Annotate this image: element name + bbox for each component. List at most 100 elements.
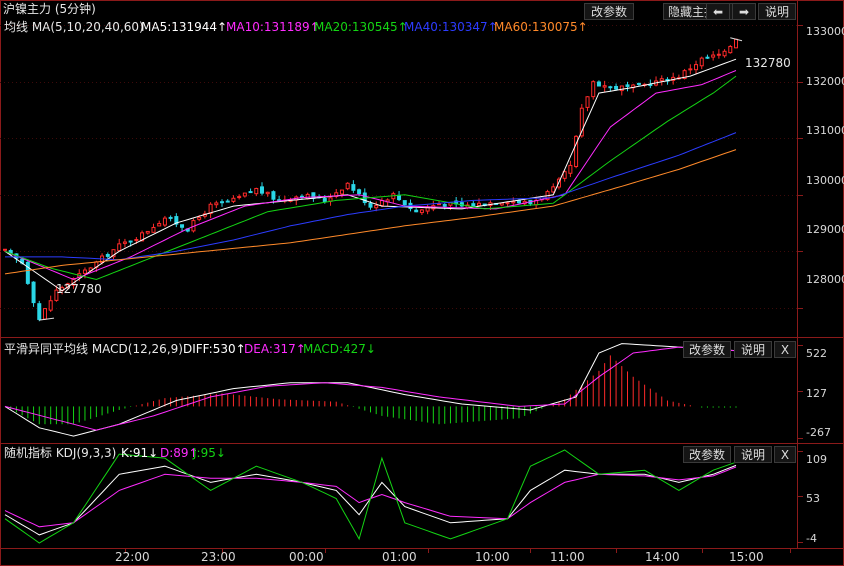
candle-body [608, 86, 613, 89]
candle-body [48, 300, 53, 311]
candle-body [397, 194, 402, 201]
candle-body [197, 216, 202, 220]
candle-body [134, 239, 139, 242]
arrow-right-icon[interactable]: ➡ [732, 3, 756, 20]
candle-body [419, 209, 424, 214]
candle-body [328, 197, 333, 202]
candle-body [242, 192, 247, 197]
macd-params-button[interactable]: 改参数 [683, 341, 731, 358]
candle-body [220, 201, 225, 204]
candle-body [311, 192, 316, 199]
candle-body [585, 96, 590, 108]
kdj-title: 随机指标 KDJ(9,3,3) [4, 446, 117, 460]
candle-body [31, 281, 36, 304]
kdj-close-icon[interactable]: X [774, 446, 796, 463]
ma10-value: MA10:131189↑ [226, 20, 320, 34]
y-tick: -267 [806, 426, 831, 439]
kdj-line-j [4, 449, 737, 544]
candle-body [151, 226, 156, 233]
candle-body [636, 82, 641, 85]
candle-body [442, 204, 447, 207]
chart-svg [0, 0, 844, 566]
candle-body [128, 240, 133, 243]
macd-diff-value: DIFF:530↑ [183, 342, 246, 356]
main-help-button[interactable]: 说明 [758, 3, 796, 20]
y-tick: 132000 [806, 75, 844, 88]
candle-body [471, 203, 476, 207]
candle-body [42, 308, 47, 320]
ma-header: 均线 MA(5,10,20,40,60) [4, 20, 144, 34]
x-tick: 01:00 [382, 550, 417, 564]
ma5-value: MA5:131944↑ [141, 20, 228, 34]
candle-body [259, 186, 264, 194]
candle-body [511, 201, 516, 204]
macd-close-icon[interactable]: X [774, 341, 796, 358]
kdj-k-value: K:91↓ [121, 446, 159, 460]
x-tick: 22:00 [115, 550, 150, 564]
y-tick: 133000 [806, 25, 844, 38]
macd-histogram-value: MACD:427↓ [303, 342, 376, 356]
candle-body [368, 202, 373, 208]
candle-body [505, 202, 510, 205]
x-tick: 14:00 [645, 550, 680, 564]
candle-body [231, 197, 236, 202]
candle-body [711, 54, 716, 58]
candle-body [728, 46, 733, 54]
candle-body [265, 191, 270, 195]
candle-body [248, 191, 253, 194]
macd-help-button[interactable]: 说明 [734, 341, 772, 358]
candle-body [122, 241, 127, 244]
candle-body [699, 57, 704, 67]
candle-body [345, 182, 350, 190]
y-tick: 129000 [806, 223, 844, 236]
kdj-help-button[interactable]: 说明 [734, 446, 772, 463]
candle-body [602, 85, 607, 88]
candle-body [516, 200, 521, 204]
candle-body [254, 187, 259, 195]
candle-body [591, 81, 596, 98]
main-params-button[interactable]: 改参数 [584, 3, 634, 20]
y-tick: 522 [806, 347, 827, 360]
x-tick: 15:00 [729, 550, 764, 564]
ma20-value: MA20:130545↑ [314, 20, 408, 34]
kdj-j-value: J:95↓ [193, 446, 226, 460]
candle-body [734, 38, 738, 49]
high-price-label: 132780 [745, 56, 791, 70]
candle-body [168, 216, 173, 219]
candle-body [351, 184, 356, 191]
chart-stage: 沪镍主力 (5分钟) 均线 MA(5,10,20,40,60) MA5:1319… [0, 0, 844, 566]
kdj-params-button[interactable]: 改参数 [683, 446, 731, 463]
candle-body [82, 269, 87, 274]
candle-body [477, 202, 482, 206]
ma40-value: MA40:130347↑ [404, 20, 498, 34]
candle-body [157, 223, 162, 227]
candle-body [659, 78, 664, 82]
candle-body [625, 84, 630, 87]
candle-body [379, 200, 384, 206]
macd-dea-value: DEA:317↑ [244, 342, 306, 356]
arrow-left-icon[interactable]: ⬅ [706, 3, 730, 20]
candle-body [339, 189, 344, 195]
macd-title: 平滑异同平均线 MACD(12,26,9) [4, 342, 183, 356]
candle-body [437, 203, 442, 206]
x-tick: 10:00 [475, 550, 510, 564]
y-tick: 128000 [806, 273, 844, 286]
candle-body [25, 261, 30, 284]
y-tick: 127 [806, 387, 827, 400]
candle-body [271, 191, 276, 200]
candle-body [237, 196, 242, 199]
ma-line-ma10 [4, 70, 737, 281]
candle-body [214, 202, 219, 206]
x-tick: 23:00 [201, 550, 236, 564]
macd-dea-line [4, 346, 737, 431]
candle-body [716, 53, 721, 56]
candle-body [551, 186, 556, 193]
candle-body [614, 85, 619, 90]
candle-body [117, 243, 122, 252]
chart-frame [0, 0, 844, 566]
candle-body [374, 204, 379, 209]
candle-body [596, 81, 601, 87]
y-tick: 53 [806, 492, 820, 505]
candle-body [688, 68, 693, 71]
candle-body [402, 200, 407, 206]
